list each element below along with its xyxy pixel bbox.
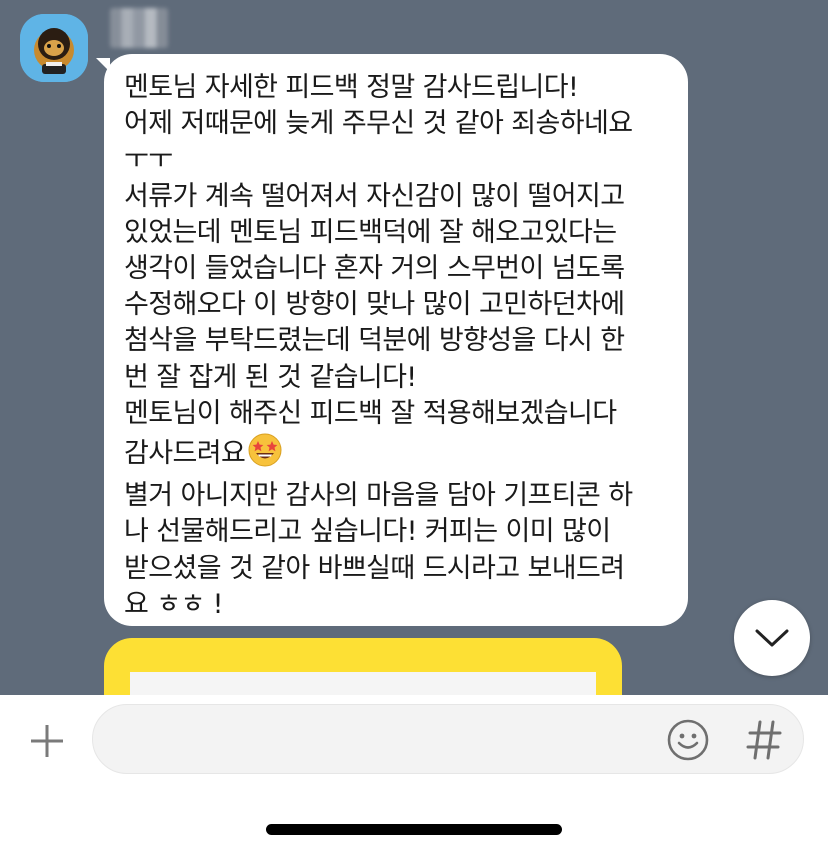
message-line-text: 감사드려요 (124, 438, 246, 470)
message-line: 서류가 계속 떨어져서 자신감이 많이 떨어지고 (124, 180, 625, 212)
chevron-down-icon (755, 629, 789, 647)
message-line: 생각이 들었습니다 혼자 거의 스무번이 넘도록 (124, 253, 625, 285)
message-line: 별거 아니지만 감사의 마음을 담아 기프티콘 하 (124, 480, 633, 512)
message-line: 수정해오다 이 방향이 맞나 많이 고민하던차에 (124, 289, 625, 321)
plus-icon (31, 725, 63, 757)
smiley-icon (667, 719, 709, 761)
message-line: 멘토님이 해주신 피드백 잘 적용해보겠습니다 (124, 397, 617, 429)
attach-plus-button[interactable] (22, 716, 72, 766)
gifticon-image (130, 672, 596, 695)
scroll-to-bottom-button[interactable] (734, 600, 810, 676)
chat-area[interactable]: 멘토님 자세한 피드백 정말 감사드립니다! 어제 저때문에 늦게 주무신 것 … (0, 0, 828, 695)
emoticon-button[interactable] (664, 716, 712, 764)
hash-icon (746, 720, 782, 760)
message-line: 있었는데 멘토님 피드백덕에 잘 해오고있다는 (124, 216, 617, 248)
message-line-with-emoji: 감사드려요 (124, 432, 678, 478)
message-line: 받으셨을 것 같아 바쁘실때 드시라고 보내드려 (124, 552, 625, 584)
message-bubble[interactable]: 멘토님 자세한 피드백 정말 감사드립니다! 어제 저때문에 늦게 주무신 것 … (104, 54, 688, 626)
character-avatar-icon (20, 14, 88, 82)
message-line: 어제 저때문에 늦게 주무신 것 같아 죄송하네요 (124, 108, 633, 140)
sender-name-blurred (110, 8, 168, 48)
message-line: 첨삭을 부탁드렸는데 덕분에 방향성을 다시 한 (124, 325, 625, 357)
message-line: 멘토님 자세한 피드백 정말 감사드립니다! (124, 72, 579, 103)
sender-avatar[interactable] (20, 14, 88, 82)
gifticon-card[interactable] (104, 638, 622, 695)
message-line: 번 잘 잡게 된 것 같습니다! (124, 361, 417, 393)
message-line: 요 ㅎㅎ ! (124, 588, 224, 620)
star-struck-emoji-icon (247, 432, 283, 478)
message-line: 나 선물해드리고 싶습니다! 커피는 이미 많이 (124, 516, 611, 548)
hash-search-button[interactable] (742, 716, 786, 764)
home-indicator[interactable] (266, 824, 562, 835)
message-line: ㅜㅜ (124, 144, 173, 176)
